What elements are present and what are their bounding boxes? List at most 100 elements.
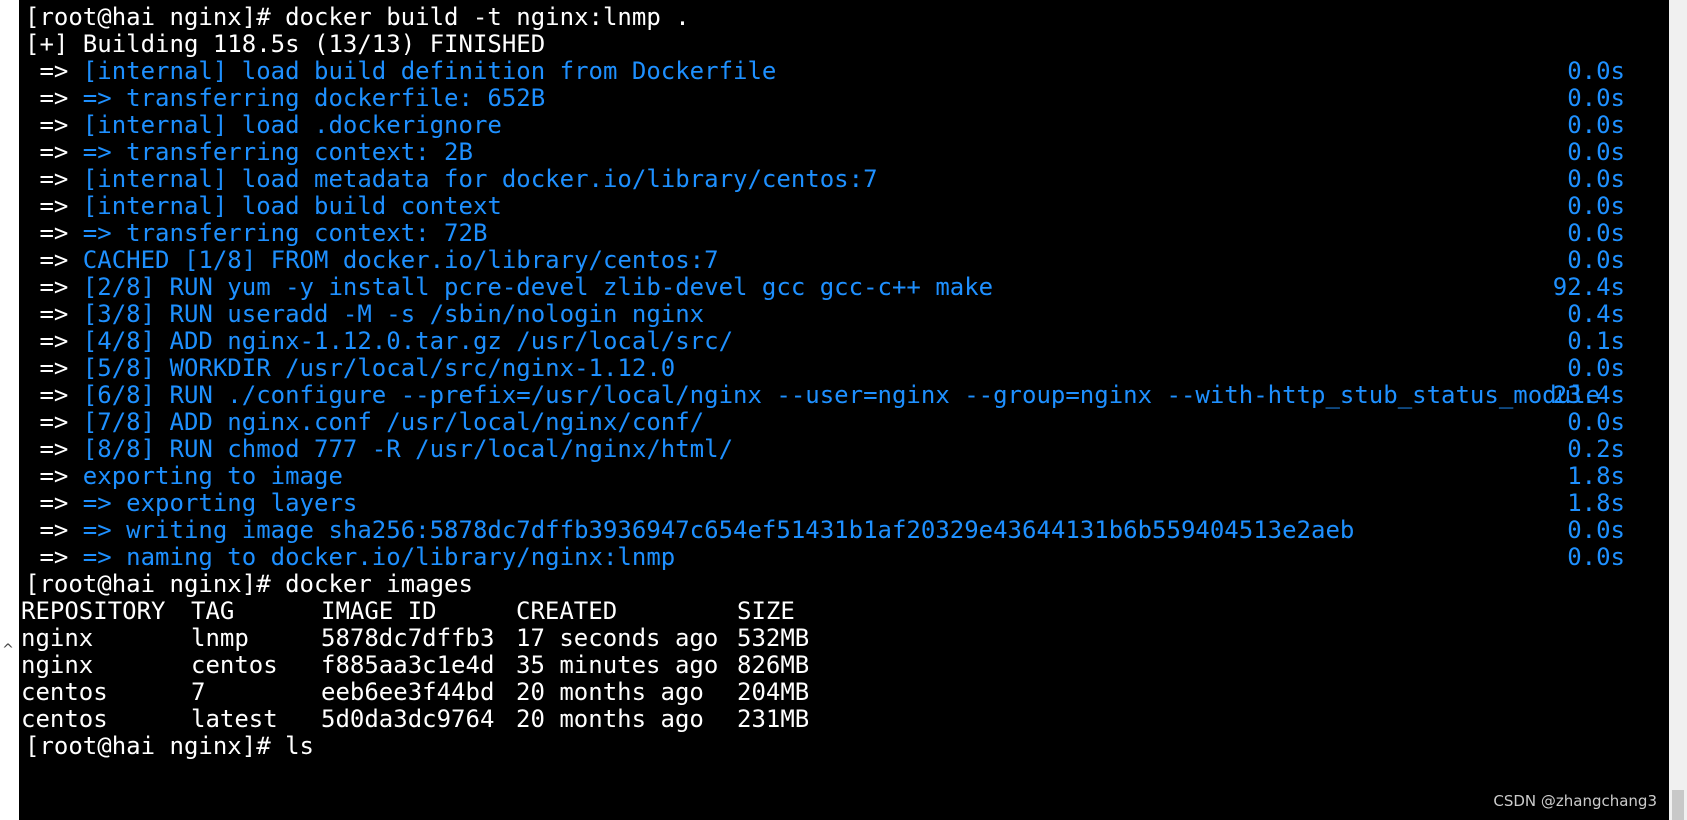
- table-row-cell: f885aa3c1e4d: [321, 651, 495, 679]
- build-step-text: => transferring dockerfile: 652B: [68, 84, 546, 112]
- step-arrow: =>: [25, 219, 69, 247]
- table-row-cell: 532MB: [737, 624, 810, 652]
- step-arrow: =>: [25, 354, 69, 382]
- chevron-up-icon[interactable]: ^: [0, 642, 16, 658]
- build-step-duration: 0.0s: [1567, 219, 1625, 247]
- scrollbar-thumb[interactable]: [1672, 790, 1684, 820]
- step-arrow: =>: [25, 273, 69, 301]
- step-arrow: =>: [25, 435, 69, 463]
- build-step-line: => [3/8] RUN useradd -M -s /sbin/nologin…: [25, 300, 704, 329]
- step-arrow: =>: [25, 192, 69, 220]
- build-step-line: => [internal] load .dockerignore: [25, 111, 502, 140]
- table-row-cell: centos: [21, 705, 108, 733]
- build-step-text: [internal] load build definition from Do…: [68, 57, 777, 85]
- table-row-cell: 204MB: [737, 678, 810, 706]
- build-step-duration: 0.1s: [1567, 327, 1625, 355]
- build-step-line: => [4/8] ADD nginx-1.12.0.tar.gz /usr/lo…: [25, 327, 733, 356]
- build-step-duration: 0.2s: [1567, 435, 1625, 463]
- table-header-cell: IMAGE ID: [321, 597, 437, 625]
- table-row-cell: 35 minutes ago: [516, 651, 719, 679]
- step-arrow: =>: [25, 165, 69, 193]
- build-step-duration: 0.0s: [1567, 138, 1625, 166]
- build-step-text: exporting to image: [68, 462, 343, 490]
- build-step-line: => => writing image sha256:5878dc7dffb39…: [25, 516, 1354, 545]
- table-header-cell: CREATED: [516, 597, 618, 625]
- build-step-text: [6/8] RUN ./configure --prefix=/usr/loca…: [68, 381, 1600, 409]
- build-step-text: [2/8] RUN yum -y install pcre-devel zlib…: [68, 273, 994, 301]
- table-row-cell: 231MB: [737, 705, 810, 733]
- build-step-duration: 1.8s: [1567, 462, 1625, 490]
- build-step-line: => [6/8] RUN ./configure --prefix=/usr/l…: [25, 381, 1600, 410]
- table-row-cell: 7: [191, 678, 206, 706]
- build-step-duration: 0.4s: [1567, 300, 1625, 328]
- build-step-text: [3/8] RUN useradd -M -s /sbin/nologin ng…: [68, 300, 705, 328]
- table-header-cell: REPOSITORY: [21, 597, 166, 625]
- step-arrow: =>: [25, 327, 69, 355]
- table-row-cell: 826MB: [737, 651, 810, 679]
- step-arrow: =>: [25, 246, 69, 274]
- build-step-text: => writing image sha256:5878dc7dffb39369…: [68, 516, 1355, 544]
- table-row-cell: 17 seconds ago: [516, 624, 719, 652]
- build-step-text: [internal] load .dockerignore: [68, 111, 502, 139]
- build-step-duration: 0.0s: [1567, 192, 1625, 220]
- step-arrow: =>: [25, 138, 69, 166]
- build-step-line: => [internal] load metadata for docker.i…: [25, 165, 878, 194]
- build-step-line: => => transferring context: 72B: [25, 219, 487, 248]
- command-line-build: [root@hai nginx]# docker build -t nginx:…: [25, 3, 690, 32]
- build-step-duration: 0.0s: [1567, 84, 1625, 112]
- build-prefix: [+]: [25, 30, 69, 58]
- build-step-text: CACHED [1/8] FROM docker.io/library/cent…: [68, 246, 719, 274]
- build-step-line: => => transferring context: 2B: [25, 138, 473, 167]
- step-arrow: =>: [25, 57, 69, 85]
- table-row-cell: centos: [191, 651, 278, 679]
- build-step-line: => CACHED [1/8] FROM docker.io/library/c…: [25, 246, 719, 275]
- table-row-cell: latest: [191, 705, 278, 733]
- build-step-line: => exporting to image: [25, 462, 343, 491]
- command-text: docker images: [270, 570, 473, 598]
- build-status: Building 118.5s (13/13) FINISHED: [68, 30, 546, 58]
- build-step-duration: 0.0s: [1567, 408, 1625, 436]
- step-arrow: =>: [25, 84, 69, 112]
- build-status-line: [+] Building 118.5s (13/13) FINISHED: [25, 30, 545, 59]
- watermark: CSDN @zhangchang3: [1493, 792, 1657, 810]
- build-step-text: [4/8] ADD nginx-1.12.0.tar.gz /usr/local…: [68, 327, 734, 355]
- table-row-cell: 5d0da3dc9764: [321, 705, 495, 733]
- build-step-text: [internal] load metadata for docker.io/l…: [68, 165, 878, 193]
- build-step-duration: 0.0s: [1567, 57, 1625, 85]
- table-header-cell: TAG: [191, 597, 235, 625]
- build-step-line: => => naming to docker.io/library/nginx:…: [25, 543, 675, 572]
- command-line-images: [root@hai nginx]# docker images: [25, 570, 473, 599]
- table-row-cell: lnmp: [191, 624, 249, 652]
- build-step-duration: 0.0s: [1567, 543, 1625, 571]
- build-step-duration: 92.4s: [1552, 273, 1625, 301]
- vertical-scrollbar[interactable]: [1669, 0, 1687, 820]
- build-step-text: [8/8] RUN chmod 777 -R /usr/local/nginx/…: [68, 435, 734, 463]
- build-step-line: => [7/8] ADD nginx.conf /usr/local/nginx…: [25, 408, 704, 437]
- build-step-text: => exporting layers: [68, 489, 358, 517]
- step-arrow: =>: [25, 111, 69, 139]
- build-step-line: => => transferring dockerfile: 652B: [25, 84, 545, 113]
- command-text: docker build -t nginx:lnmp .: [270, 3, 690, 31]
- build-step-text: [internal] load build context: [68, 192, 502, 220]
- command-text: ls: [270, 732, 314, 760]
- table-row-cell: eeb6ee3f44bd: [321, 678, 495, 706]
- build-step-line: => [internal] load build context: [25, 192, 502, 221]
- build-step-text: => transferring context: 72B: [68, 219, 488, 247]
- table-row-cell: 5878dc7dffb3: [321, 624, 495, 652]
- terminal-window[interactable]: [root@hai nginx]# docker build -t nginx:…: [19, 0, 1669, 820]
- build-step-duration: 0.0s: [1567, 516, 1625, 544]
- table-row-cell: nginx: [21, 624, 94, 652]
- step-arrow: =>: [25, 300, 69, 328]
- build-step-text: => naming to docker.io/library/nginx:lnm…: [68, 543, 676, 571]
- table-row-cell: nginx: [21, 651, 94, 679]
- prompt: [root@hai nginx]#: [25, 570, 271, 598]
- build-step-line: => [internal] load build definition from…: [25, 57, 776, 86]
- build-step-duration: 0.0s: [1567, 354, 1625, 382]
- build-step-duration: 0.0s: [1567, 246, 1625, 274]
- prompt: [root@hai nginx]#: [25, 732, 271, 760]
- step-arrow: =>: [25, 462, 69, 490]
- step-arrow: =>: [25, 489, 69, 517]
- screen: ^ [root@hai nginx]# docker build -t ngin…: [0, 0, 1687, 820]
- build-step-duration: 1.8s: [1567, 489, 1625, 517]
- table-header-cell: SIZE: [737, 597, 795, 625]
